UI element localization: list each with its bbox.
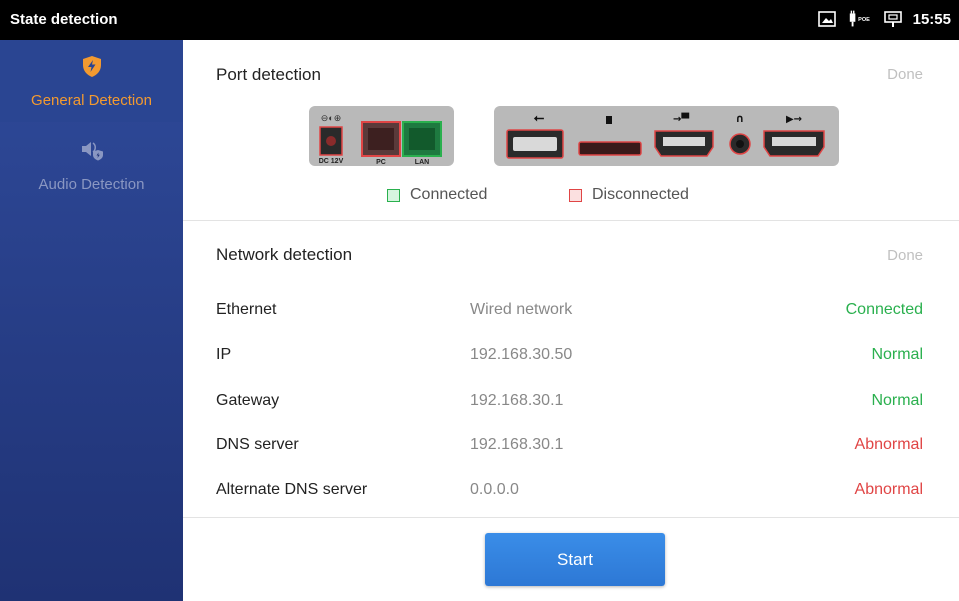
section-divider — [183, 220, 959, 221]
table-row: Ethernet Wired network Connected — [183, 301, 959, 321]
legend-disconnected-label: Disconnected — [592, 186, 689, 203]
sidebar: General Detection Audio Detection — [0, 40, 183, 601]
svg-text:▶→: ▶→ — [786, 114, 802, 125]
sidebar-item-label: Audio Detection — [38, 176, 145, 193]
status-badge: Abnormal — [854, 481, 923, 498]
row-name: IP — [216, 346, 232, 363]
status-badge: Connected — [845, 301, 923, 318]
network-detection-done: Done — [887, 247, 923, 264]
port-detection-done: Done — [887, 66, 923, 83]
row-name: Alternate DNS server — [216, 481, 368, 498]
table-row: IP 192.168.30.50 Normal — [183, 346, 959, 366]
port-dc-12v: DC 12V — [319, 126, 344, 165]
shield-bolt-icon — [83, 56, 101, 77]
row-value: 192.168.30.1 — [470, 392, 564, 409]
status-icons: POE 15:55 — [817, 10, 951, 28]
footer-divider — [183, 517, 959, 518]
svg-text:∩: ∩ — [736, 112, 745, 125]
svg-text:⊖◐⊕: ⊖◐⊕ — [321, 113, 342, 123]
clock: 15:55 — [912, 10, 951, 28]
port-panel-graphic: ⊖◐⊕ DC 12V PC LAN ⭠ →▀ ∩ ▶→ — [309, 106, 839, 166]
status-badge: Normal — [871, 392, 923, 409]
status-badge: Normal — [871, 346, 923, 363]
main-panel: Port detection Done ⊖◐⊕ DC 12V PC LAN ⭠ — [183, 40, 959, 601]
network-detection-title: Network detection — [216, 245, 353, 264]
port-label: LAN — [415, 159, 429, 166]
window-title: State detection — [10, 11, 118, 28]
ethernet-icon — [883, 11, 902, 27]
port-label: PC — [376, 159, 386, 166]
sidebar-item-audio-detection[interactable]: Audio Detection — [0, 123, 183, 205]
port-detection-title: Port detection — [216, 65, 321, 84]
speaker-shield-icon — [82, 142, 103, 161]
legend-connected-label: Connected — [410, 186, 488, 203]
svg-text:⭠: ⭠ — [534, 111, 545, 126]
status-bar: State detection POE 15:55 — [0, 0, 959, 40]
poe-icon: POE — [849, 10, 870, 27]
port-label: DC 12V — [319, 158, 344, 165]
row-name: Ethernet — [216, 301, 277, 318]
legend-disconnected: Disconnected — [569, 186, 689, 204]
screen-icon — [817, 11, 836, 27]
start-button[interactable]: Start — [485, 533, 665, 586]
legend-connected: Connected — [387, 186, 487, 204]
row-name: DNS server — [216, 436, 299, 453]
sidebar-item-general-detection[interactable]: General Detection — [0, 40, 183, 122]
svg-text:POE: POE — [858, 17, 870, 23]
row-value: 0.0.0.0 — [470, 481, 519, 498]
table-row: DNS server 192.168.30.1 Abnormal — [183, 436, 959, 456]
table-row: Alternate DNS server 0.0.0.0 Abnormal — [183, 481, 959, 501]
sidebar-item-label: General Detection — [31, 92, 152, 109]
svg-text:→▀: →▀ — [673, 112, 689, 125]
row-value: 192.168.30.1 — [470, 436, 564, 453]
status-badge: Abnormal — [854, 436, 923, 453]
row-value: 192.168.30.50 — [470, 346, 573, 363]
row-name: Gateway — [216, 392, 280, 409]
row-value: Wired network — [470, 301, 573, 318]
legend-connected-swatch — [387, 188, 400, 202]
legend-disconnected-swatch — [569, 188, 582, 202]
table-row: Gateway 192.168.30.1 Normal — [183, 392, 959, 412]
